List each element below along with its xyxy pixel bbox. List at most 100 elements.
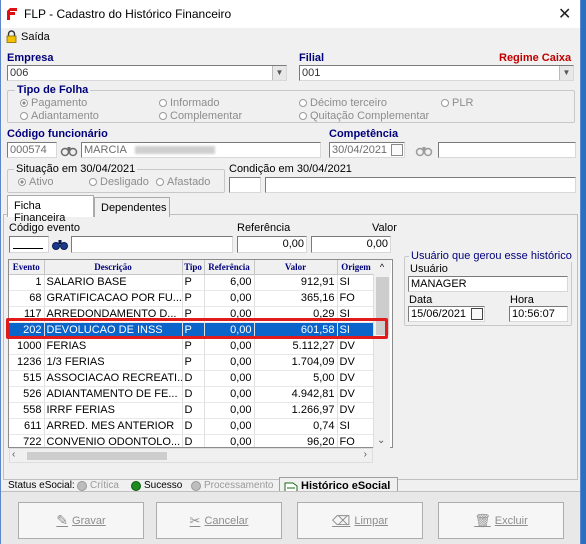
limpar-button[interactable]: ⌫ Limpar <box>297 502 423 539</box>
horizontal-scrollbar[interactable]: ‹ › <box>9 448 373 463</box>
radio-plr[interactable]: PLR <box>441 97 473 109</box>
radio-decimo-terceiro[interactable]: Décimo terceiro <box>299 97 387 109</box>
vertical-scrollbar[interactable]: ⌄ <box>373 274 390 448</box>
radio-ativo[interactable]: Ativo <box>18 176 53 188</box>
binoculars-search-icon[interactable] <box>59 142 79 158</box>
table-row[interactable]: 68 GRATIFICACAO POR FU... P 0,00 365,16 FO <box>9 290 376 307</box>
radio-adiantamento[interactable]: Adiantamento <box>20 110 99 122</box>
scrollbar-thumb[interactable] <box>376 277 389 335</box>
cell-referencia: 0,00 <box>204 386 255 403</box>
table-row[interactable]: 558 IRRF FERIAS D 0,00 1.266,97 DV <box>9 402 376 419</box>
radio-informado-label: Informado <box>170 97 220 109</box>
scissors-icon: ✂ <box>189 512 201 528</box>
binoculars-search-icon[interactable] <box>51 236 69 252</box>
condicao-code-field[interactable] <box>229 177 261 193</box>
processamento-label: Processamento <box>204 480 274 491</box>
funcionario-label: Código funcionário <box>7 128 108 140</box>
scroll-left-icon[interactable]: ‹ <box>12 449 15 460</box>
cell-valor: 0,74 <box>254 418 338 435</box>
col-tipo[interactable]: Tipo <box>182 260 205 275</box>
cell-evento: 515 <box>9 370 45 387</box>
cell-referencia: 0,00 <box>204 370 255 387</box>
close-button[interactable]: ✕ <box>558 4 571 24</box>
radio-afastado[interactable]: Afastado <box>156 176 210 188</box>
cell-evento: 722 <box>9 434 45 447</box>
referencia-field[interactable]: 0,00 <box>237 236 307 253</box>
cancelar-button[interactable]: ✂ Cancelar <box>156 502 282 539</box>
funcionario-code-field[interactable]: 000574 <box>7 142 57 158</box>
condicao-desc-field[interactable] <box>265 177 576 193</box>
table-row[interactable]: 202 DEVOLUCAO DE INSS P 0,00 601,58 SI <box>9 322 376 339</box>
cell-tipo: P <box>182 274 205 291</box>
binoculars-search-icon[interactable] <box>414 142 434 158</box>
situacao-label: Situação em 30/04/2021 <box>14 163 138 175</box>
table-row[interactable]: 117 ARREDONDAMENTO D... P 0,00 0,29 SI <box>9 306 376 323</box>
calendar-icon[interactable] <box>391 144 403 156</box>
tab-ficha-financeira[interactable]: Ficha Financeira <box>7 195 94 224</box>
codigo-evento-field[interactable] <box>9 236 49 253</box>
usuario-box-title: Usuário que gerou esse histórico <box>409 250 574 262</box>
filial-select[interactable]: 001 ▼ <box>299 65 574 81</box>
empresa-select[interactable]: 006 ▼ <box>7 65 287 81</box>
condicao-label: Condição em 30/04/2021 <box>229 163 352 175</box>
table-row[interactable]: 1 SALARIO BASE P 6,00 912,91 SI <box>9 274 376 291</box>
scroll-right-icon[interactable]: › <box>364 449 367 460</box>
col-valor[interactable]: Valor <box>254 260 338 275</box>
competencia-field[interactable]: 30/04/2021 <box>329 142 405 158</box>
scroll-down-icon[interactable]: ⌄ <box>377 435 385 446</box>
chevron-down-icon[interactable]: ▼ <box>559 66 573 80</box>
col-origem[interactable]: Origem <box>337 260 376 275</box>
valor-field[interactable]: 0,00 <box>311 236 391 253</box>
menu-exit[interactable]: Saída <box>21 31 50 43</box>
hora-field[interactable]: 10:56:07 <box>509 306 568 322</box>
radio-quitacao-complementar[interactable]: Quitação Complementar <box>299 110 429 122</box>
valor-label: Valor <box>372 222 397 234</box>
table-row[interactable]: 515 ASSOCIACAO RECREATI... D 0,00 5,00 DV <box>9 370 376 387</box>
cell-referencia: 6,00 <box>204 274 255 291</box>
cell-valor: 1.704,09 <box>254 354 338 371</box>
eraser-icon: ⌫ <box>331 512 351 528</box>
cell-referencia: 0,00 <box>204 354 255 371</box>
filial-label: Filial <box>299 52 325 64</box>
cell-evento: 526 <box>9 386 45 403</box>
cell-tipo: D <box>182 418 205 435</box>
eventos-grid[interactable]: Evento Descrição Tipo Referência Valor O… <box>8 259 393 448</box>
table-row[interactable]: 526 ADIANTAMENTO DE FE... D 0,00 4.942,81 DV <box>9 386 376 403</box>
data-field[interactable]: 15/06/2021 <box>408 306 485 322</box>
trash-icon: 🗑 <box>474 512 491 528</box>
evento-desc-field[interactable] <box>71 236 233 253</box>
cell-origem: DV <box>337 338 376 355</box>
table-row[interactable]: 722 CONVENIO ODONTOLO... D 0,00 96,20 FO <box>9 434 376 447</box>
sucesso-status-icon <box>131 481 141 491</box>
cell-referencia: 0,00 <box>204 402 255 419</box>
radio-afastado-label: Afastado <box>167 176 211 188</box>
col-evento[interactable]: Evento <box>9 260 45 275</box>
chevron-down-icon[interactable]: ▼ <box>272 66 286 80</box>
excluir-label: Excluir <box>494 514 528 527</box>
scroll-up-icon[interactable]: ^ <box>373 260 391 274</box>
funcionario-name-field[interactable]: MARCIA <box>81 142 321 158</box>
scroll-corner <box>373 448 391 463</box>
radio-complementar[interactable]: Complementar <box>159 110 242 122</box>
radio-informado[interactable]: Informado <box>159 97 220 109</box>
table-row[interactable]: 1000 FERIAS P 0,00 5.112,27 DV <box>9 338 376 355</box>
radio-adiantamento-label: Adiantamento <box>31 110 99 122</box>
excluir-button[interactable]: 🗑 Excluir <box>438 502 564 539</box>
tab-dependentes[interactable]: Dependentes <box>94 197 170 217</box>
table-row[interactable]: 611 ARRED. MES ANTERIOR D 0,00 0,74 SI <box>9 418 376 435</box>
calendar-icon[interactable] <box>471 308 483 320</box>
gravar-button[interactable]: ✎ Gravar <box>18 502 144 539</box>
usuario-field[interactable]: MANAGER <box>408 276 568 292</box>
cell-valor: 601,58 <box>254 322 338 339</box>
menu-bar: Saída <box>1 28 580 46</box>
col-referencia[interactable]: Referência <box>204 260 255 275</box>
scrollbar-thumb[interactable] <box>27 452 167 460</box>
col-descricao[interactable]: Descrição <box>44 260 183 275</box>
cancelar-label: Cancelar <box>204 514 249 527</box>
cell-evento: 1 <box>9 274 45 291</box>
competencia-desc-field[interactable] <box>438 142 576 158</box>
table-row[interactable]: 1236 1/3 FERIAS P 0,00 1.704,09 DV <box>9 354 376 371</box>
radio-pagamento[interactable]: Pagamento <box>20 97 87 109</box>
radio-desligado[interactable]: Desligado <box>89 176 149 188</box>
cell-valor: 0,29 <box>254 306 338 323</box>
